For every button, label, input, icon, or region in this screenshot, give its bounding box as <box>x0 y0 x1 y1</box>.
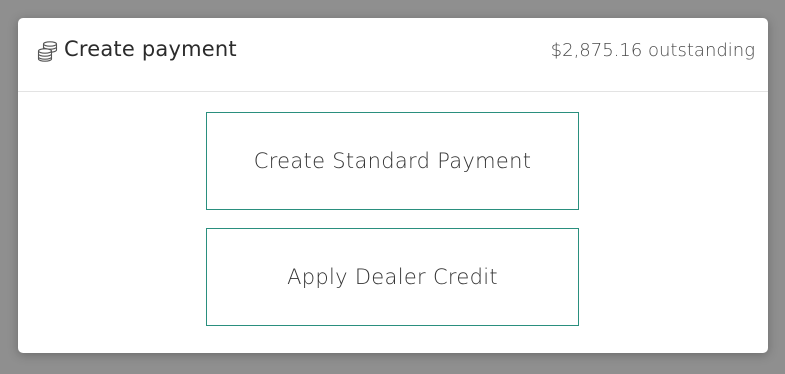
create-standard-payment-button[interactable]: Create Standard Payment <box>206 112 579 210</box>
modal-title: Create payment <box>64 37 237 61</box>
coins-stack-icon <box>37 40 58 62</box>
create-payment-modal: Create payment $2,875.16 outstanding Cre… <box>18 18 768 353</box>
modal-header: Create payment $2,875.16 outstanding <box>18 18 768 92</box>
outstanding-amount: $2,875.16 outstanding <box>550 40 755 61</box>
apply-dealer-credit-button[interactable]: Apply Dealer Credit <box>206 228 579 326</box>
